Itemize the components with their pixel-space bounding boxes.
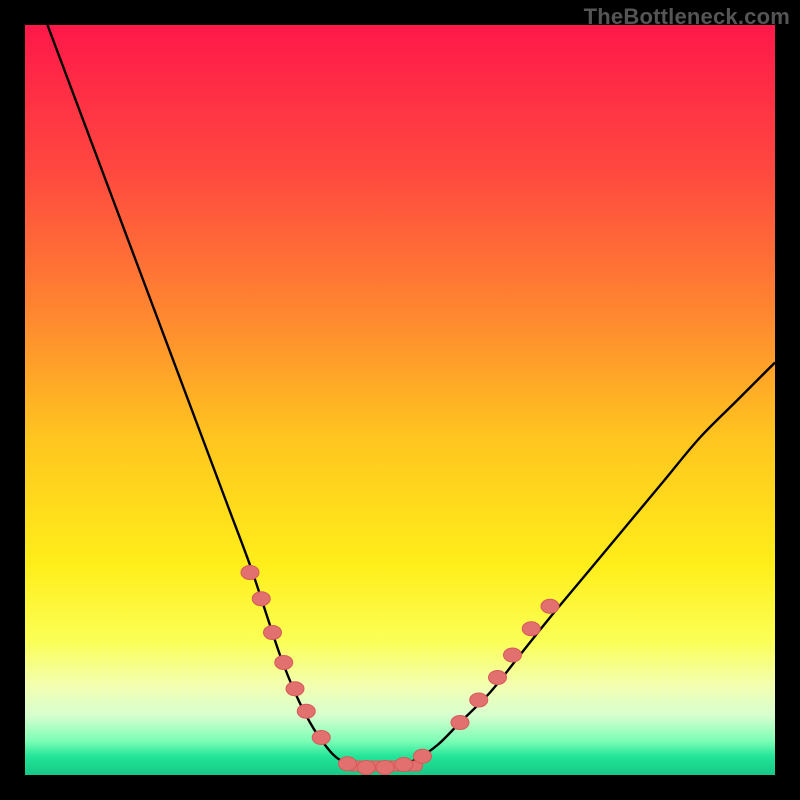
highlight-dot [241, 566, 259, 580]
plot-area [25, 25, 775, 775]
highlight-dot [286, 682, 304, 696]
highlight-dot [451, 716, 469, 730]
highlight-dot [470, 693, 488, 707]
highlight-dot [541, 599, 559, 613]
highlight-dot [275, 656, 293, 670]
gradient-background [25, 25, 775, 775]
highlight-dot [339, 757, 357, 771]
highlight-dot [522, 622, 540, 636]
highlight-dot [252, 592, 270, 606]
highlight-dot [297, 704, 315, 718]
highlight-dot [489, 671, 507, 685]
chart-svg [25, 25, 775, 775]
highlight-dot [357, 761, 375, 775]
highlight-dot [376, 761, 394, 775]
highlight-dot [312, 731, 330, 745]
highlight-dot [264, 626, 282, 640]
highlight-dot [414, 749, 432, 763]
chart-stage: TheBottleneck.com [0, 0, 800, 800]
highlight-dot [395, 758, 413, 772]
highlight-dot [504, 648, 522, 662]
